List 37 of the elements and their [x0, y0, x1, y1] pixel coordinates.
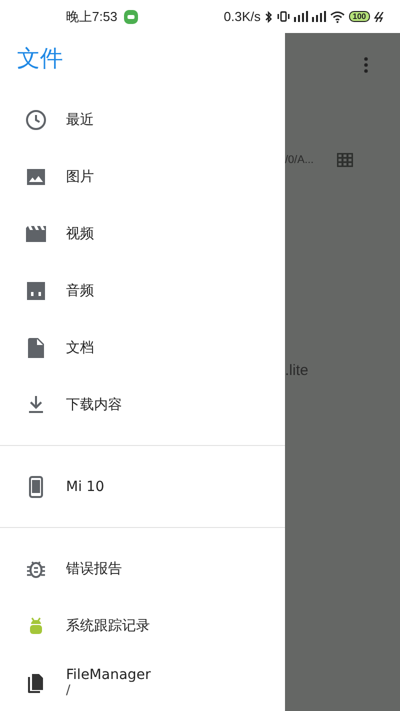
drawer-item[interactable]: Mi 10 — [0, 458, 285, 515]
drawer-item[interactable]: 下载内容 — [0, 376, 285, 433]
drawer-item[interactable]: 视频 — [0, 205, 285, 262]
drawer-item[interactable]: 图片 — [0, 148, 285, 205]
bluetooth-icon — [264, 10, 273, 22]
drawer-item[interactable]: 最近 — [0, 91, 285, 148]
battery-level: 100 — [348, 11, 370, 22]
vibrate-icon — [276, 11, 290, 22]
item-label: 系统跟踪记录 — [66, 616, 150, 634]
item-label: 错误报告 — [66, 560, 122, 578]
item-label: 视频 — [66, 224, 94, 242]
item-label: 图片 — [66, 168, 94, 186]
drawer-item[interactable]: 系统跟踪记录 — [0, 597, 285, 654]
drawer-item[interactable]: 文档 — [0, 319, 285, 376]
item-label: 下载内容 — [66, 396, 122, 414]
wifi-icon — [330, 10, 345, 22]
item-label: Mi 10 — [66, 478, 104, 494]
signal-icon — [294, 11, 308, 22]
grid-icon — [336, 153, 353, 167]
charging-icon — [374, 12, 384, 22]
item-label: FileManager — [66, 667, 151, 683]
drawer-item[interactable]: FileManager / — [0, 654, 285, 711]
drawer-item[interactable]: 音频 — [0, 262, 285, 319]
more-icon — [364, 57, 368, 73]
notification-icon — [124, 10, 138, 24]
item-label: 最近 — [66, 110, 94, 128]
drawer-title: 文件 — [16, 45, 64, 74]
folder-path: /0/A... — [285, 154, 314, 166]
network-speed: 0.3K/s — [224, 9, 261, 24]
item-path: / — [66, 683, 72, 698]
signal-icon — [312, 11, 326, 22]
file-name: .lite — [285, 362, 308, 379]
clock-icon — [24, 108, 48, 132]
status-time: 晚上7:53 — [66, 8, 118, 26]
item-label: 文档 — [66, 338, 94, 356]
drawer-item[interactable]: 错误报告 — [0, 540, 285, 597]
item-label: 音频 — [66, 282, 94, 300]
